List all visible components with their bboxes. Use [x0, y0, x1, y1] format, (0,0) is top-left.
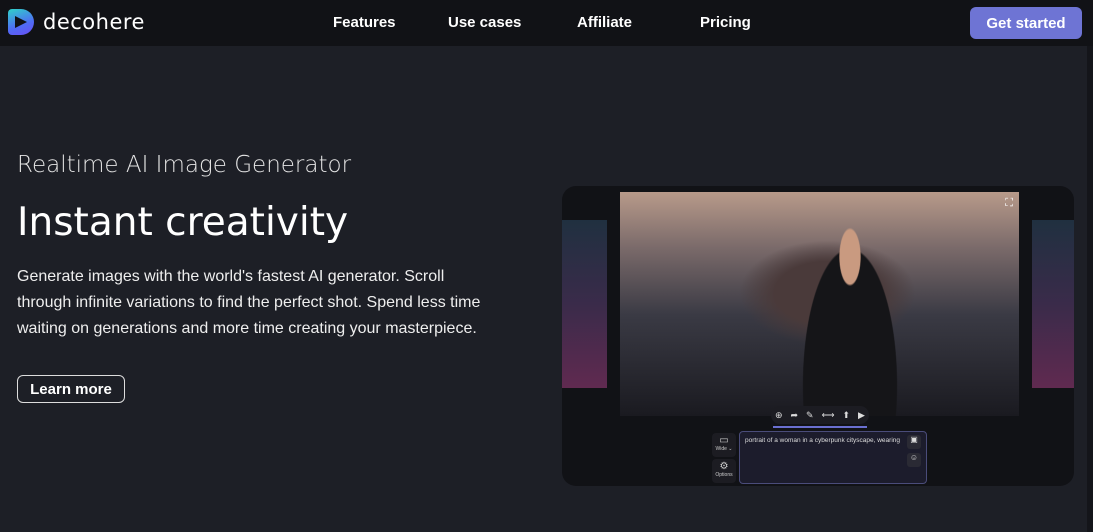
add-icon[interactable]: ⊕	[775, 410, 783, 421]
edit-icon[interactable]: ✎	[806, 410, 814, 421]
character-icon[interactable]: ☺	[907, 453, 921, 467]
nav-use-cases[interactable]: Use cases	[448, 14, 521, 31]
portrait-figure	[790, 212, 910, 416]
options-label: Options	[715, 472, 733, 478]
monitor-icon: ▭	[719, 435, 729, 446]
share-icon[interactable]: ➦	[791, 410, 799, 421]
options-button[interactable]: ⚙ Options	[712, 459, 736, 483]
hero-description: Generate images with the world's fastest…	[17, 268, 481, 337]
brand-name: decohere	[43, 10, 145, 34]
hero-title: Instant creativity	[17, 200, 349, 245]
image-upload-icon[interactable]: ▣	[907, 435, 921, 449]
prompt-input[interactable]: portrait of a woman in a cyberpunk citys…	[739, 431, 927, 484]
nav-affiliate[interactable]: Affiliate	[577, 14, 632, 31]
prev-image-thumbnail[interactable]	[562, 220, 607, 388]
get-started-button[interactable]: Get started	[970, 7, 1082, 39]
wide-label: Wide ⌄	[715, 446, 733, 452]
variations-icon[interactable]: ⟷	[822, 410, 835, 421]
image-toolbar: ⊕ ➦ ✎ ⟷ ⬆ ▶	[771, 406, 869, 424]
next-image-thumbnail[interactable]	[1032, 220, 1074, 388]
nav-pricing[interactable]: Pricing	[700, 14, 751, 31]
hero-subtitle: Realtime AI Image Generator	[17, 152, 352, 178]
fullscreen-icon[interactable]: ⛶	[1005, 197, 1013, 210]
logo-icon	[8, 9, 34, 35]
page-scrollbar[interactable]	[1087, 46, 1093, 532]
generated-image: ⛶	[620, 192, 1019, 416]
demo-panel: ⛶ ⊕ ➦ ✎ ⟷ ⬆ ▶ ▭ Wide ⌄ ⚙ Options portrait …	[562, 186, 1074, 486]
learn-more-button[interactable]: Learn more	[17, 375, 125, 403]
brand-logo[interactable]: decohere	[8, 9, 145, 35]
upload-icon[interactable]: ⬆	[842, 410, 850, 421]
toolbar-indicator	[773, 426, 867, 428]
aspect-wide-button[interactable]: ▭ Wide ⌄	[712, 433, 736, 457]
gear-icon: ⚙	[719, 461, 729, 472]
top-nav: decohere Features Use cases Affiliate Pr…	[0, 0, 1093, 46]
video-icon[interactable]: ▶	[858, 410, 865, 421]
nav-features[interactable]: Features	[333, 14, 396, 31]
